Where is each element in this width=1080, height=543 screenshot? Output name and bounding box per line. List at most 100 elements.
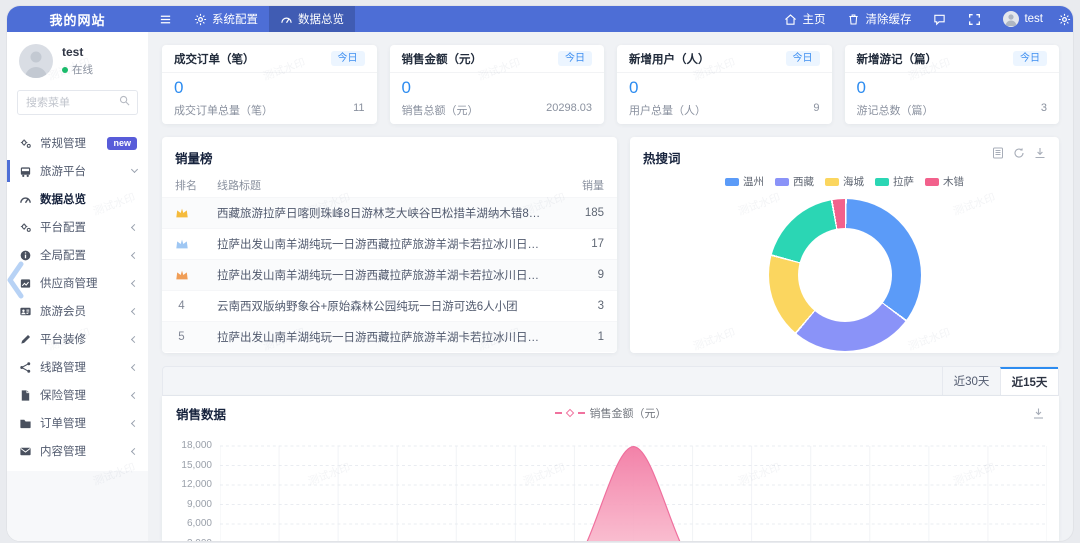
chart-title: 销售数据 — [176, 404, 226, 423]
user-avatar[interactable] — [19, 44, 53, 78]
user-menu[interactable]: test — [992, 6, 1054, 32]
admin-app: 我的网站 系统配置 数据总览 主页 清除缓存 — [7, 6, 1073, 541]
user-avatar — [1003, 11, 1019, 27]
legend-item[interactable]: 木错 — [925, 174, 964, 189]
chevron-left-icon — [131, 447, 138, 454]
person-icon — [1003, 11, 1019, 27]
sidebar-item-global-config[interactable]: 全局配置 — [7, 241, 148, 269]
fullscreen-icon — [968, 13, 981, 26]
tab-last-30-days[interactable]: 近30天 — [942, 367, 1000, 395]
card-value: 0 — [162, 73, 377, 98]
download-icon[interactable] — [1032, 407, 1045, 420]
folder-icon — [18, 417, 32, 430]
sidebar-item-label: 常规管理 — [40, 135, 86, 151]
sidebar-item-label: 平台配置 — [40, 219, 86, 235]
sales-line-chart[interactable] — [220, 432, 1047, 541]
online-status-label: 在线 — [72, 62, 93, 77]
clear-cache-label: 清除缓存 — [865, 11, 911, 27]
sidebar-user-block: test 在线 — [7, 32, 148, 88]
sales-value: 185 — [558, 207, 604, 219]
sidebar-item-travel-members[interactable]: 旅游会员 — [7, 297, 148, 325]
sidebar-item-order-mgmt[interactable]: 订单管理 — [7, 409, 148, 437]
stat-card-new-travelogues: 新增游记（篇）今日 0 游记总数（篇）3 — [845, 45, 1060, 124]
sidebar-menu: 常规管理 new 旅游平台 数据总览 平台配置 — [7, 129, 148, 465]
card-value: 0 — [845, 73, 1060, 98]
today-badge[interactable]: 今日 — [558, 51, 592, 66]
chevron-left-icon — [131, 335, 138, 342]
card-total-label: 成交订单总量（笔） — [174, 102, 273, 118]
message-icon — [933, 13, 946, 26]
today-badge[interactable]: 今日 — [331, 51, 365, 66]
today-badge[interactable]: 今日 — [1013, 51, 1047, 66]
site-logo[interactable]: 我的网站 — [7, 6, 148, 32]
table-row[interactable]: 拉萨出发山南羊湖纯玩一日游西藏拉萨旅游羊湖卡若拉冰川日托寺 17 — [162, 228, 617, 259]
home-button[interactable]: 主页 — [773, 6, 836, 32]
data-view-icon[interactable] — [992, 147, 1004, 159]
sidebar-item-label: 旅游会员 — [40, 303, 86, 319]
search-icon — [119, 95, 130, 106]
sidebar-item-platform-decoration[interactable]: 平台装修 — [7, 325, 148, 353]
settings-button[interactable] — [1054, 6, 1073, 32]
card-title: 成交订单（笔） — [174, 51, 255, 67]
username-label: test — [1024, 13, 1043, 25]
crown-icon — [175, 238, 189, 250]
sidebar-item-label: 保险管理 — [40, 387, 86, 403]
tab-last-15-days[interactable]: 近15天 — [1000, 367, 1058, 395]
sidebar-item-data-overview[interactable]: 数据总览 — [7, 185, 148, 213]
topnav-tab-system-config[interactable]: 系统配置 — [183, 6, 269, 32]
chevron-left-icon — [131, 251, 138, 258]
card-total-value: 20298.03 — [546, 102, 592, 118]
card-total-value: 11 — [353, 102, 364, 118]
line-legend: 销售金额（元） — [162, 405, 1059, 421]
chevron-left-icon — [131, 391, 138, 398]
sidebar-collapse-handle[interactable] — [7, 258, 26, 307]
sidebar-item-supplier-mgmt[interactable]: 供应商管理 — [7, 269, 148, 297]
refresh-icon[interactable] — [1013, 147, 1025, 159]
table-row[interactable]: 西藏旅游拉萨日喀则珠峰8日游林芝大峡谷巴松措羊湖纳木错8天游 185 — [162, 197, 617, 228]
hot-words-donut[interactable] — [769, 199, 921, 351]
route-title: 拉萨出发山南羊湖纯玩一日游西藏拉萨旅游羊湖卡若拉冰川日托寺5 — [217, 329, 558, 345]
message-button[interactable] — [922, 6, 957, 32]
legend-item[interactable]: 温州 — [725, 174, 764, 189]
rank-table-body: 西藏旅游拉萨日喀则珠峰8日游林芝大峡谷巴松措羊湖纳木错8天游 185 拉萨出发山… — [162, 197, 617, 352]
topnav-tab-data-overview[interactable]: 数据总览 — [269, 6, 355, 32]
legend-label: 木错 — [943, 174, 964, 189]
sidebar-item-label: 供应商管理 — [40, 275, 98, 291]
legend-item[interactable]: 海城 — [825, 174, 864, 189]
gear-icon — [1058, 13, 1071, 26]
sidebar-item-label: 平台装修 — [40, 331, 86, 347]
y-tick: 12,000 — [162, 479, 212, 490]
today-badge[interactable]: 今日 — [786, 51, 820, 66]
legend-item[interactable]: 西藏 — [775, 174, 814, 189]
sidebar-item-route-mgmt[interactable]: 线路管理 — [7, 353, 148, 381]
sidebar-item-content-mgmt[interactable]: 内容管理 — [7, 437, 148, 465]
sales-value: 1 — [558, 331, 604, 343]
gears-icon — [18, 221, 32, 234]
sidebar-toggle-button[interactable] — [148, 6, 183, 32]
online-status: 在线 — [62, 62, 93, 77]
sidebar-item-label: 数据总览 — [40, 191, 86, 207]
sales-line-svg — [220, 432, 1047, 541]
donut-hole — [798, 228, 892, 322]
sidebar-item-general-mgmt[interactable]: 常规管理 new — [7, 129, 148, 157]
stat-cards-row: 成交订单（笔）今日 0 成交订单总量（笔）11 销售金额（元）今日 0 销售总额… — [162, 45, 1059, 124]
sidebar-item-platform-config[interactable]: 平台配置 — [7, 213, 148, 241]
legend-label: 西藏 — [793, 174, 814, 189]
legend-swatch — [875, 178, 889, 186]
crown-icon — [175, 269, 189, 281]
download-icon[interactable] — [1034, 147, 1046, 159]
sales-chart-panel: 销售数据 销售金额（元） 18,000 15,000 12,000 9,000 … — [162, 396, 1059, 541]
table-row[interactable]: 5 拉萨出发山南羊湖纯玩一日游西藏拉萨旅游羊湖卡若拉冰川日托寺5 1 — [162, 321, 617, 352]
sidebar-item-insurance-mgmt[interactable]: 保险管理 — [7, 381, 148, 409]
table-row[interactable]: 4 云南西双版纳野象谷+原始森林公园纯玩一日游可选6人小团 3 — [162, 290, 617, 321]
chevron-left-icon — [131, 419, 138, 426]
table-row[interactable]: 拉萨出发山南羊湖纯玩一日游西藏拉萨旅游羊湖卡若拉冰川日托寺4 9 — [162, 259, 617, 290]
chevron-left-icon — [131, 223, 138, 230]
pen-icon — [18, 333, 32, 346]
sidebar-item-travel-platform[interactable]: 旅游平台 — [7, 157, 148, 185]
legend-item[interactable]: 拉萨 — [875, 174, 914, 189]
clear-cache-button[interactable]: 清除缓存 — [836, 6, 922, 32]
rank-number: 5 — [175, 331, 188, 343]
legend-label: 销售金额（元） — [590, 405, 667, 421]
fullscreen-button[interactable] — [957, 6, 992, 32]
